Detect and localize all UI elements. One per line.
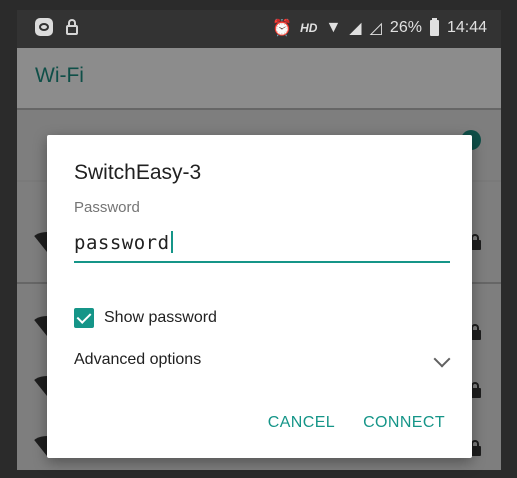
chevron-down-icon[interactable] xyxy=(433,350,451,368)
app-bar: Wi-Fi xyxy=(17,48,501,108)
dialog-title: SwitchEasy-3 xyxy=(74,161,202,184)
wifi-password-dialog: SwitchEasy-3 Password password Show pass… xyxy=(47,135,472,458)
signal-icon: ◢ xyxy=(349,20,362,37)
show-password-row[interactable]: Show password xyxy=(74,308,217,328)
app-notification-icon xyxy=(35,18,53,36)
page-title: Wi-Fi xyxy=(35,64,84,87)
battery-icon xyxy=(429,18,439,36)
show-password-label[interactable]: Show password xyxy=(104,309,217,327)
hd-label: HD xyxy=(300,21,318,35)
clock: 14:44 xyxy=(446,19,487,36)
lock-icon xyxy=(65,18,79,36)
advanced-options-label[interactable]: Advanced options xyxy=(74,351,201,369)
battery-percent: 26% xyxy=(389,19,422,36)
connect-button[interactable]: CONNECT xyxy=(363,414,445,432)
advanced-options-row[interactable]: Advanced options xyxy=(74,349,451,373)
password-value: password xyxy=(74,232,170,254)
status-bar: ⏰ HD ▼ ◢ ◿ 26% 14:44 xyxy=(17,10,501,48)
text-cursor xyxy=(170,231,173,253)
password-label: Password xyxy=(74,199,140,216)
password-field[interactable]: password xyxy=(74,227,450,263)
wifi-icon: ▼ xyxy=(325,19,342,36)
dialog-actions: CANCEL CONNECT xyxy=(268,414,445,432)
alarm-icon: ⏰ xyxy=(272,20,293,37)
cancel-button[interactable]: CANCEL xyxy=(268,414,335,432)
no-signal-icon: ◿ xyxy=(369,20,382,37)
password-input[interactable]: password xyxy=(74,231,173,254)
show-password-checkbox[interactable] xyxy=(74,308,94,328)
